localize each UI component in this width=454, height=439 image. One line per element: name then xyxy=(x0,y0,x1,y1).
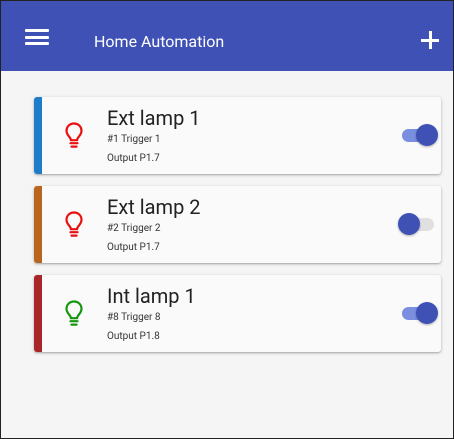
menu-icon[interactable] xyxy=(25,29,49,45)
add-icon[interactable] xyxy=(421,31,439,49)
device-color-bar xyxy=(34,186,42,263)
device-name: Int lamp 1 xyxy=(107,284,196,308)
device-card[interactable]: Ext lamp 1 #1 Trigger 1 Output P1.7 xyxy=(34,97,441,174)
device-trigger: #8 Trigger 8 xyxy=(107,312,161,323)
device-output: Output P1.7 xyxy=(107,153,160,164)
device-toggle[interactable] xyxy=(398,213,440,235)
device-output: Output P1.8 xyxy=(107,331,160,342)
lightbulb-icon xyxy=(65,211,83,237)
lightbulb-icon xyxy=(65,300,83,326)
app-window: Home Automation Ext lamp 1 #1 Trigger 1 … xyxy=(0,0,454,439)
toggle-thumb xyxy=(416,302,438,324)
device-name: Ext lamp 2 xyxy=(107,195,201,219)
device-toggle[interactable] xyxy=(400,124,440,146)
device-trigger: #2 Trigger 2 xyxy=(107,223,161,234)
app-bar: Home Automation xyxy=(1,1,453,71)
device-toggle[interactable] xyxy=(400,302,440,324)
device-output: Output P1.7 xyxy=(107,242,160,253)
device-card[interactable]: Int lamp 1 #8 Trigger 8 Output P1.8 xyxy=(34,275,441,352)
device-color-bar xyxy=(34,97,42,174)
device-trigger: #1 Trigger 1 xyxy=(107,134,161,145)
toggle-thumb xyxy=(398,213,420,235)
lightbulb-icon xyxy=(65,122,83,148)
device-name: Ext lamp 1 xyxy=(107,106,201,130)
device-color-bar xyxy=(34,275,42,352)
device-card[interactable]: Ext lamp 2 #2 Trigger 2 Output P1.7 xyxy=(34,186,441,263)
toggle-thumb xyxy=(416,124,438,146)
app-title: Home Automation xyxy=(94,32,225,51)
